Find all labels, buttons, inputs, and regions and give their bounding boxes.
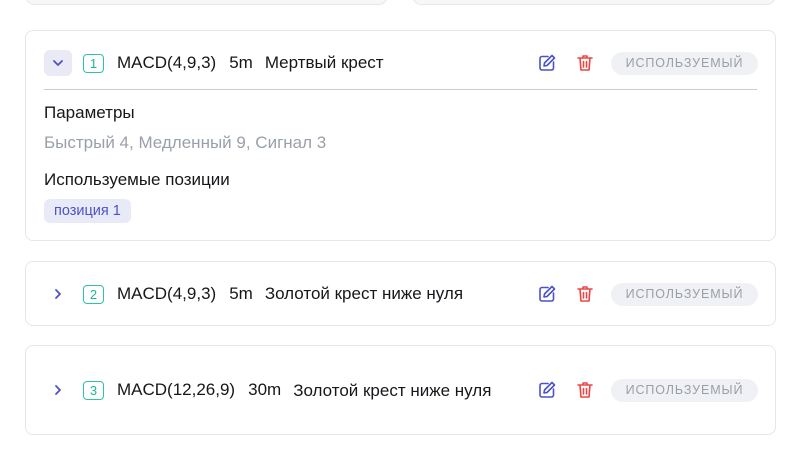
previous-card-left [25,0,388,5]
timeframe-label: 5m [229,53,253,72]
condition-header-2[interactable]: 2 MACD(4,9,3) 5m Золотой крест ниже нуля… [26,279,775,309]
position-chip[interactable]: позиция 1 [44,199,131,223]
condition-number-badge: 3 [83,380,104,400]
pencil-icon [539,381,556,398]
delete-button[interactable] [573,282,597,306]
timeframe-label: 5m [229,284,253,303]
status-badge: ИСПОЛЬЗУЕМЫЙ [611,378,758,402]
positions-heading: Используемые позиции [44,170,230,189]
condition-label: Золотой крест ниже нуля [293,380,492,400]
expand-toggle-button[interactable] [44,281,72,307]
condition-number-badge: 2 [83,284,104,304]
indicator-label: MACD(12,26,9) [117,380,236,399]
expand-toggle-button[interactable] [44,377,72,403]
timeframe-label: 30m [248,380,282,399]
indicator-label: MACD(4,9,3) [117,53,217,72]
indicator-label: MACD(4,9,3) [117,284,217,303]
trash-icon [577,55,593,71]
previous-card-right [412,0,776,5]
condition-header-1[interactable]: 1 MACD(4,9,3) 5m Мертвый крест ИСПОЛЬЗУЕ… [26,48,775,78]
condition-title: MACD(12,26,9) 30m Золотой крест ниже нул… [117,379,493,402]
trash-icon [577,286,593,302]
edit-button[interactable] [535,282,559,306]
trash-icon [577,382,593,398]
condition-card-1: 1 MACD(4,9,3) 5m Мертвый крест ИСПОЛЬЗУЕ… [25,30,776,241]
delete-button[interactable] [573,51,597,75]
condition-title: MACD(4,9,3) 5m Мертвый крест [117,53,384,73]
edit-button[interactable] [535,378,559,402]
condition-card-3: 3 MACD(12,26,9) 30m Золотой крест ниже н… [25,345,776,435]
condition-card-2: 2 MACD(4,9,3) 5m Золотой крест ниже нуля… [25,261,776,326]
condition-title: MACD(4,9,3) 5m Золотой крест ниже нуля [117,284,463,304]
condition-number-badge: 1 [83,53,104,73]
collapse-toggle-button[interactable] [44,50,72,76]
condition-header-3[interactable]: 3 MACD(12,26,9) 30m Золотой крест ниже н… [26,363,775,417]
edit-button[interactable] [535,51,559,75]
delete-button[interactable] [573,378,597,402]
condition-label: Мертвый крест [264,53,384,72]
pencil-icon [539,54,556,71]
chevron-down-icon [53,60,63,66]
parameters-value: Быстрый 4, Медленный 9, Сигнал 3 [44,133,327,152]
pencil-icon [539,285,556,302]
status-badge: ИСПОЛЬЗУЕМЫЙ [611,282,758,306]
chevron-right-icon [55,289,61,299]
parameters-heading: Параметры [44,103,135,122]
condition-label: Золотой крест ниже нуля [264,284,464,303]
chevron-right-icon [55,385,61,395]
divider [44,89,757,90]
status-badge: ИСПОЛЬЗУЕМЫЙ [611,51,758,75]
